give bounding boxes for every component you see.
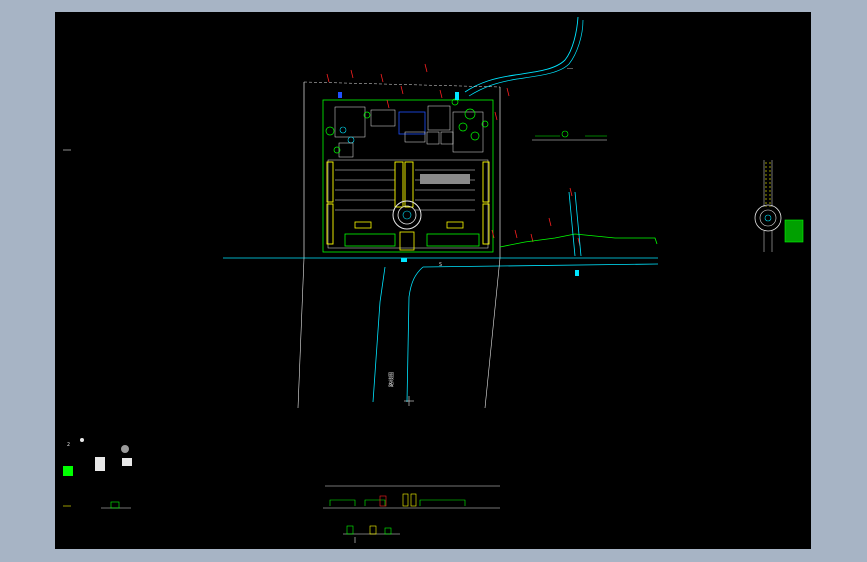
- elevation-detail-top-right: [532, 130, 607, 141]
- river-note: ——: [567, 66, 574, 72]
- left-marks: 2: [63, 149, 132, 509]
- bottom-elevation: [323, 485, 500, 543]
- river-line-inner: [468, 19, 584, 97]
- road-label-main: S: [439, 262, 442, 268]
- road-label-south: 路线图: [388, 372, 395, 387]
- central-roundabout: [392, 200, 422, 251]
- small-mark-label: 2: [67, 442, 70, 448]
- plaza-outline: [327, 159, 489, 249]
- south-road-west-edge: [372, 266, 386, 403]
- river-line-outer: [464, 16, 579, 93]
- property-line-west: [297, 257, 305, 409]
- cad-drawing-canvas[interactable]: —— S 路线图 2: [55, 12, 811, 549]
- property-line-east: [484, 257, 501, 409]
- main-road-south-edge: [422, 263, 659, 268]
- site-boundary-north: [303, 81, 501, 88]
- survey-markers: [326, 63, 581, 247]
- roundabout-detail: [754, 160, 804, 252]
- north-buildings: [334, 105, 484, 158]
- south-lawns: [344, 221, 480, 247]
- south-road-east-edge: [406, 266, 424, 403]
- east-access-road: [499, 191, 658, 257]
- site-plan-drawing: —— S 路线图 2: [63, 16, 804, 543]
